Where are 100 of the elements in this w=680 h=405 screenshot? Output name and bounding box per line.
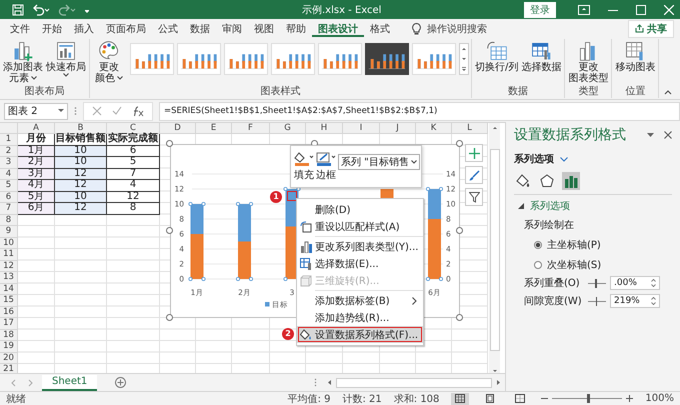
border-button[interactable]: 边框 [316,152,336,182]
row-header[interactable]: 14 [0,284,18,295]
row-header[interactable]: 10 [0,238,18,249]
options-dropdown[interactable]: 系列选项 [514,152,568,166]
field-label: 间隙宽度(W) [524,294,583,308]
row-header[interactable]: 8 [0,214,18,226]
ribbon-button[interactable]: 更改 颜色 [92,40,126,84]
check-icon[interactable] [112,106,122,116]
column-header[interactable]: K [416,123,452,134]
column-header[interactable]: H [306,123,343,134]
redo-icon[interactable] [58,4,76,16]
radio-option[interactable]: 次坐标轴(S) [534,258,672,272]
row-header[interactable]: 12 [0,260,18,272]
share-button[interactable]: 共享 [628,20,674,38]
view-button[interactable] [451,392,470,404]
pane-tab[interactable] [538,172,556,190]
ribbon-button[interactable]: 选择数据 [520,40,562,73]
row-header[interactable]: 3 [0,157,18,168]
ribbon-tab[interactable]: 文件 [4,20,36,37]
zoom-out-icon[interactable] [541,395,548,402]
radio-button[interactable] [534,241,542,249]
ribbon-tab[interactable]: 数据 [184,20,216,37]
section-header[interactable]: 系列选项 [518,199,570,213]
row-header[interactable]: 17 [0,318,18,330]
ribbon-tab[interactable]: 插入 [68,20,100,37]
fill-button[interactable]: 填充 [294,152,314,182]
column-header[interactable]: J [380,123,416,134]
zoom-thumb[interactable] [587,394,590,403]
radio-button[interactable] [534,261,542,269]
chart-styles-button[interactable] [465,166,483,184]
ribbon-tab[interactable]: 帮助 [280,20,312,37]
row-header[interactable]: 4 [0,168,18,180]
save-icon[interactable] [12,4,24,16]
function-icon[interactable] [132,106,144,116]
zoom-in-icon[interactable] [626,395,634,402]
table-cell: 12 [107,192,160,203]
row-header[interactable]: 11 [0,249,18,260]
row-header[interactable]: 18 [0,330,18,341]
row-header[interactable]: 1 [0,134,18,146]
row-header[interactable]: 21 [0,364,18,374]
chart-elements-button[interactable] [465,144,483,162]
row-header[interactable]: 20 [0,352,18,364]
menu-item[interactable]: 添加趋势线(R)... [297,309,423,326]
row-header[interactable]: 13 [0,272,18,284]
row-header[interactable]: 19 [0,341,18,352]
ribbon-button[interactable]: 更改 图表类型 [567,40,610,84]
ribbon-tab[interactable]: 页面布局 [100,20,152,37]
ribbon-tab[interactable]: 格式 [364,20,396,37]
scrollbar-thumb[interactable] [490,148,500,350]
ribbon-button[interactable]: 快速布局 [45,40,87,77]
menu-item[interactable]: 重设以匹配样式(A) [297,218,423,235]
column-header[interactable]: F [232,123,270,134]
ribbon-tab[interactable]: 视图 [248,20,280,37]
sheet-tab[interactable]: Sheet1 [42,374,98,391]
ribbon-tab[interactable]: 审阅 [216,20,248,37]
ribbon-button[interactable]: 添加图表 元素 [2,40,44,84]
menu-item[interactable]: 设置数据系列格式(F)... [297,326,423,343]
formula-field[interactable]: =SERIES(Sheet1!$B$1,Sheet1!$A$2:$A$7,Sheet1!$B$2:$B$7,1) [159,102,680,120]
table-cell: 4 [107,180,160,192]
ribbon-display-icon[interactable] [578,4,590,14]
ribbon-button[interactable]: 移动图表 [614,40,656,73]
name-box[interactable]: 图表 2 [4,102,68,120]
scrollbar-thumb[interactable] [336,378,492,388]
sign-in-button[interactable]: 登录 [524,2,556,18]
chart-filters-button[interactable] [465,188,483,206]
tell-me-search[interactable]: 操作说明搜索 [427,22,487,36]
close-icon[interactable] [664,131,672,139]
menu-item[interactable]: 添加数据标签(B) [297,292,423,309]
spin-field[interactable]: 219% [610,294,660,308]
pane-tab[interactable] [514,172,532,190]
column-header[interactable]: E [196,123,232,134]
row-header[interactable]: 2 [0,146,18,157]
column-header[interactable]: I [343,123,380,134]
row-header[interactable]: 15 [0,295,18,306]
row-header[interactable]: 16 [0,306,18,318]
chart-style-button[interactable] [365,43,409,75]
row-header[interactable]: 5 [0,180,18,192]
row-header[interactable]: 7 [0,203,18,214]
ribbon-button[interactable]: 切换行/列 [474,40,520,73]
ribbon-tab[interactable]: 公式 [152,20,184,37]
column-header[interactable]: A [18,123,55,134]
add-sheet-icon[interactable] [115,377,126,388]
collapse-ribbon-icon[interactable] [664,90,672,95]
undo-icon[interactable] [32,4,50,16]
column-header[interactable]: D [160,123,196,134]
column-header[interactable]: B [55,123,107,134]
row-header[interactable]: 9 [0,226,18,238]
menu-item[interactable]: 更改系列图表类型(Y)... [297,238,423,255]
radio-option[interactable]: 主坐标轴(P) [534,238,672,252]
pane-options-icon[interactable] [647,132,654,138]
series-dropdown[interactable]: 系列 "目标销售 [338,154,420,170]
menu-item[interactable]: 删除(D) [297,201,423,218]
more-icon[interactable] [460,64,468,74]
spin-field[interactable]: .00% [610,276,660,290]
ribbon-tab[interactable]: 开始 [36,20,68,37]
column-header[interactable]: L [452,123,488,134]
menu-item[interactable]: 选择数据(E)... [297,255,423,272]
maximize-icon[interactable] [636,4,646,14]
row-header[interactable]: 6 [0,192,18,203]
column-header[interactable]: G [270,123,306,134]
